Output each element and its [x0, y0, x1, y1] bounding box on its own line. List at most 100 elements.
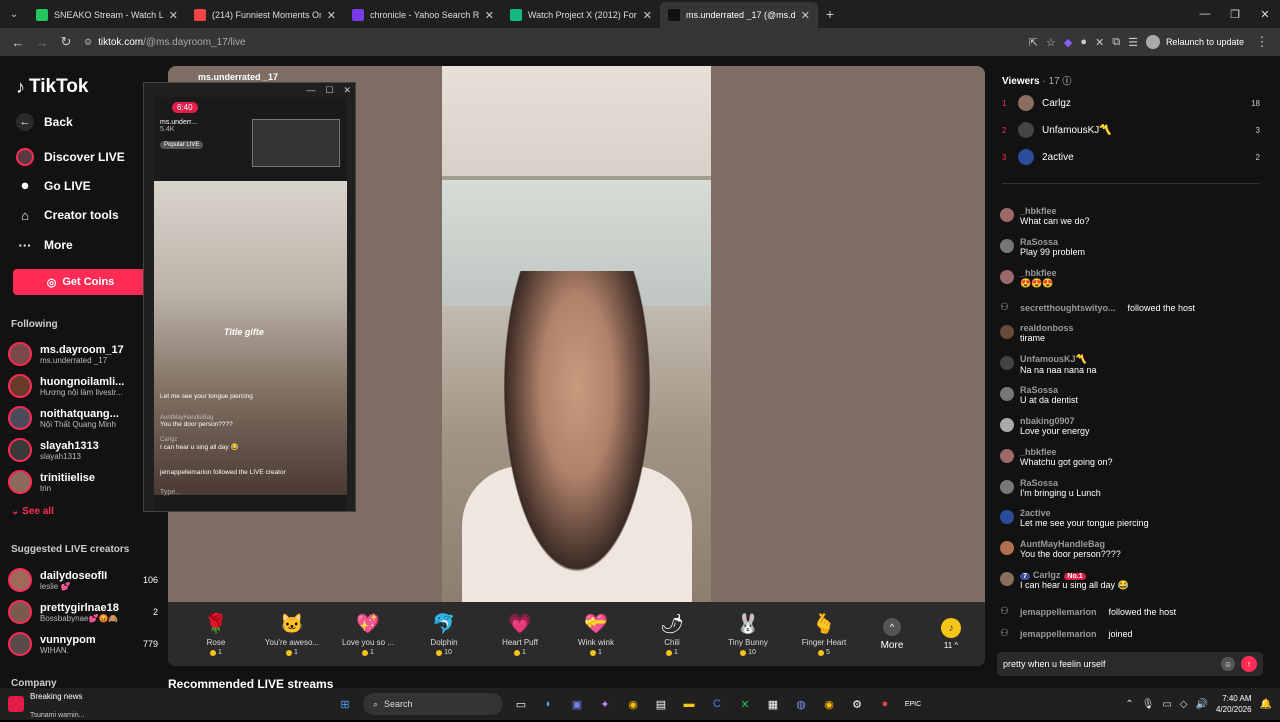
monitor-icon[interactable]: ▭: [1162, 699, 1171, 710]
reading-list-icon[interactable]: ☰: [1128, 36, 1138, 49]
nav-more[interactable]: ··· More: [16, 236, 73, 254]
mini-minimize-icon[interactable]: —: [306, 85, 315, 95]
browser-tab[interactable]: SNEAKO Stream - Watch Live o ✕: [28, 2, 186, 28]
chat-message[interactable]: UnfamousKJ〽️ Na na naa nana na: [1000, 354, 1262, 375]
mini-maximize-icon[interactable]: ☐: [325, 85, 333, 96]
gift-item[interactable]: 🌹 Rose 1: [178, 612, 254, 656]
gift-item[interactable]: 🐱 You're aweso... 1: [254, 612, 330, 656]
extension-icon[interactable]: ◆: [1064, 36, 1072, 49]
mini-close-icon[interactable]: ✕: [343, 85, 351, 96]
gift-item[interactable]: 💗 Heart Puff 1: [482, 612, 558, 656]
clock[interactable]: 7:40 AM 4/20/2026: [1216, 693, 1252, 715]
app-icon[interactable]: ▦: [763, 694, 783, 714]
host-name[interactable]: ms.underrated _17: [198, 72, 278, 82]
edge-icon[interactable]: ◐: [539, 694, 559, 714]
live-video[interactable]: [442, 66, 711, 602]
emoji-icon[interactable]: ☺: [1221, 657, 1235, 671]
app-icon[interactable]: ●: [875, 694, 895, 714]
relaunch-button[interactable]: Relaunch to update: [1166, 37, 1244, 47]
following-item[interactable]: noithatquang... Nội Thất Quang Minh: [8, 406, 158, 430]
taskbar-search[interactable]: ⌕ Search: [363, 693, 503, 715]
network-icon[interactable]: ◇: [1180, 699, 1188, 710]
see-all-link[interactable]: ⌄ See all: [11, 506, 54, 517]
discord-icon[interactable]: ◍: [791, 694, 811, 714]
chat-message[interactable]: _hbkflee 😍😍😍: [1000, 268, 1262, 289]
task-view-icon[interactable]: ▭: [511, 694, 531, 714]
browser-tab[interactable]: (214) Funniest Moments On Po ✕: [186, 2, 344, 28]
extensions-puzzle-icon[interactable]: ⧉: [1112, 36, 1120, 49]
windows-start-icon[interactable]: ⊞: [335, 694, 355, 714]
chat-message[interactable]: RaSossa U at da dentist: [1000, 385, 1262, 405]
tiktok-logo[interactable]: ♪ TikTok: [16, 76, 88, 98]
close-window-icon[interactable]: ✕: [1250, 0, 1280, 28]
suggested-item[interactable]: dailydoseoflI leslie 💕 106: [8, 568, 158, 592]
chat-message[interactable]: _hbkflee Whatchu got going on?: [1000, 447, 1262, 467]
following-item[interactable]: ms.dayroom_17 ms.underrated _17: [8, 342, 158, 366]
tab-close-icon[interactable]: ✕: [801, 9, 810, 22]
open-in-app-icon[interactable]: ⇱: [1029, 36, 1038, 49]
get-coins-button[interactable]: ◎ Get Coins: [13, 269, 148, 295]
suggested-item[interactable]: vunnypom WIHAN. 779: [8, 632, 158, 656]
gift-item[interactable]: 🌶 Chili 1: [634, 612, 710, 656]
tab-close-icon[interactable]: ✕: [327, 9, 336, 22]
chat-message[interactable]: realdonboss tirame: [1000, 323, 1262, 343]
copilot-icon[interactable]: ✦: [595, 694, 615, 714]
gift-item[interactable]: 💝 Wink wink 1: [558, 612, 634, 656]
nav-creator-tools[interactable]: ⌂ Creator tools: [16, 206, 119, 224]
news-widget[interactable]: Breaking news Tsunami warnin...: [8, 686, 208, 722]
mini-type-input[interactable]: Type...: [160, 489, 181, 496]
new-tab-icon[interactable]: +: [818, 6, 842, 22]
chrome-icon[interactable]: ◉: [623, 694, 643, 714]
volume-icon[interactable]: 🔊: [1196, 699, 1208, 710]
site-info-icon[interactable]: ⚙: [84, 37, 92, 48]
microphone-icon[interactable]: 🎙: [1142, 699, 1155, 710]
reload-icon[interactable]: ↻: [54, 30, 78, 54]
xbox-icon[interactable]: ✕: [735, 694, 755, 714]
gift-item[interactable]: 🐰 Tiny Bunny 10: [710, 612, 786, 656]
epic-games-icon[interactable]: EPIC: [903, 694, 923, 714]
chat-input[interactable]: pretty when u feelin urself ☺ ↑: [997, 652, 1263, 676]
chat-message[interactable]: 2active Let me see your tongue piercing: [1000, 508, 1262, 528]
coin-balance[interactable]: ♪ 11 ^: [926, 618, 976, 650]
top-viewer-row[interactable]: 1 Carlgz 18: [1002, 95, 1260, 111]
extension-icon[interactable]: ✕: [1095, 36, 1104, 49]
url-field[interactable]: ⚙ tiktok.com/@ms.dayroom_17/live: [84, 31, 1029, 53]
app-icon[interactable]: C: [707, 694, 727, 714]
chat-message[interactable]: RaSossa I'm bringing u Lunch: [1000, 478, 1262, 498]
following-item[interactable]: trinitiielise trin: [8, 470, 158, 494]
minimize-icon[interactable]: —: [1190, 0, 1220, 28]
tray-chevron-icon[interactable]: ⌃: [1125, 699, 1133, 710]
tab-list-icon[interactable]: ⌄: [0, 9, 28, 20]
store-icon[interactable]: ▤: [651, 694, 671, 714]
suggested-item[interactable]: prettygirlnae18 Bossbabynae💕😡🙈 2: [8, 600, 158, 624]
following-item[interactable]: huongnoilamli... Hương nội làm livestr...: [8, 374, 158, 398]
gift-item[interactable]: 🫰 Finger Heart 5: [786, 612, 862, 656]
chat-message[interactable]: 7 Carlgz No.1 I can hear u sing all day 😂: [1000, 570, 1262, 591]
tab-close-icon[interactable]: ✕: [643, 9, 652, 22]
chrome-active-icon[interactable]: ◉: [819, 694, 839, 714]
chat-message[interactable]: RaSossa Play 99 problem: [1000, 237, 1262, 257]
menu-kebab-icon[interactable]: ⋮: [1250, 30, 1274, 54]
gift-item[interactable]: 💖 Love you so ... 1: [330, 612, 406, 656]
back-link[interactable]: ← Back: [16, 113, 73, 131]
nav-go-live[interactable]: ⏺ Go LIVE: [16, 177, 91, 195]
extension-icon[interactable]: ●: [1080, 36, 1087, 48]
tab-close-icon[interactable]: ✕: [485, 9, 494, 22]
info-icon[interactable]: ⓘ: [1062, 76, 1071, 86]
notification-bell-icon[interactable]: 🔔: [1260, 699, 1272, 710]
teams-icon[interactable]: ▣: [567, 694, 587, 714]
file-explorer-icon[interactable]: ▬: [679, 694, 699, 714]
maximize-icon[interactable]: ❐: [1220, 0, 1250, 28]
browser-tab[interactable]: chronicle - Yahoo Search Result ✕: [344, 2, 502, 28]
chat-message[interactable]: _hbkflee What can we do?: [1000, 206, 1262, 226]
browser-tab[interactable]: Watch Project X (2012) For Free ✕: [502, 2, 660, 28]
floating-mini-window[interactable]: — ☐ ✕ 6:40 ms.underr... 5.4K Popular LIVE…: [143, 82, 356, 512]
more-gifts-button[interactable]: ^ More: [862, 617, 922, 651]
following-item[interactable]: slayah1313 slayah1313: [8, 438, 158, 462]
gift-item[interactable]: 🐬 Dolphin 10: [406, 612, 482, 656]
back-arrow-icon[interactable]: ←: [6, 30, 30, 54]
top-viewer-row[interactable]: 2 UnfamousKJ〽️ 3: [1002, 122, 1260, 138]
chat-message[interactable]: nbaking0907 Love your energy: [1000, 416, 1262, 436]
browser-tab[interactable]: ms.underrated _17 (@ms.d ✕: [660, 2, 818, 28]
send-icon[interactable]: ↑: [1241, 656, 1257, 672]
